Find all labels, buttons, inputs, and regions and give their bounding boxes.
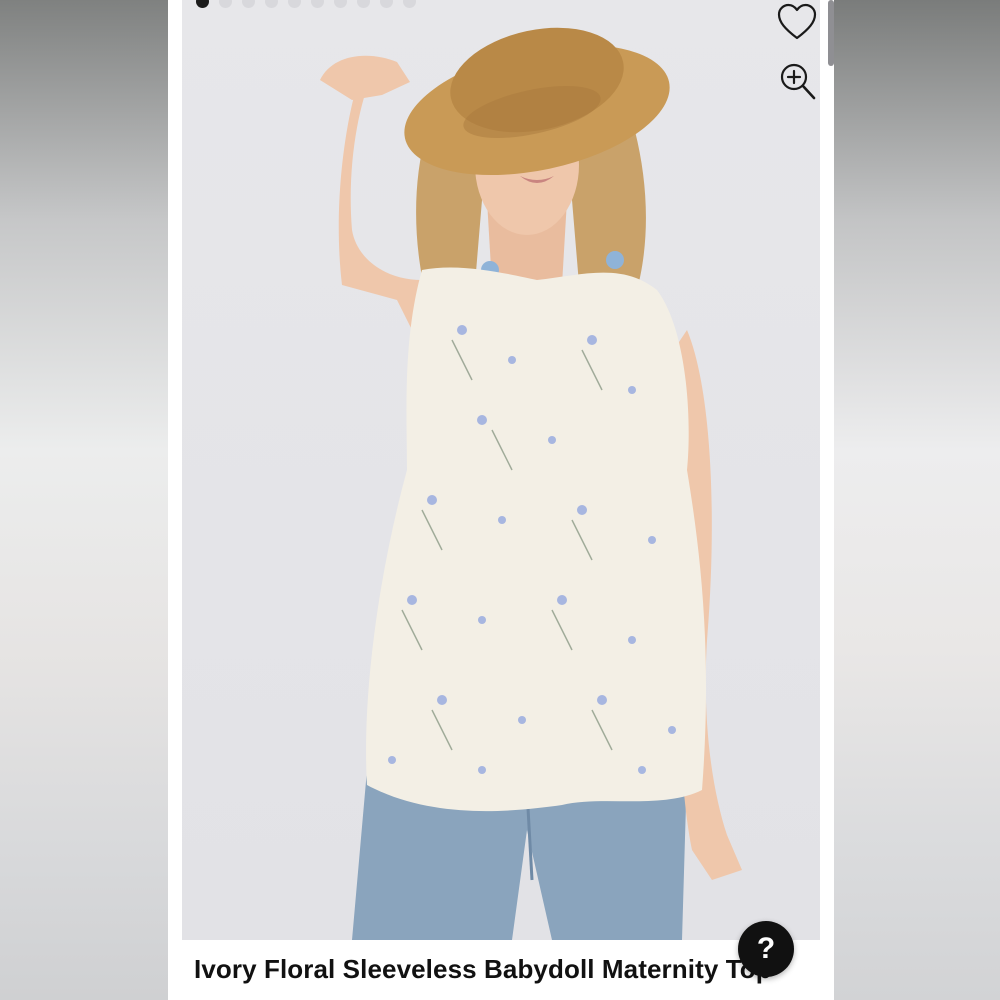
model-illustration [320, 27, 742, 940]
carousel-dot[interactable] [219, 0, 232, 8]
carousel-dot[interactable] [357, 0, 370, 8]
carousel-dot[interactable] [334, 0, 347, 8]
zoom-in-icon[interactable] [779, 62, 817, 102]
left-hand [320, 55, 410, 100]
carousel-dot[interactable] [242, 0, 255, 8]
carousel-dot[interactable] [196, 0, 209, 8]
scrollbar[interactable] [828, 0, 834, 66]
blurred-background-right [834, 0, 1000, 1000]
product-photo[interactable] [182, 0, 820, 940]
product-screen: Ivory Floral Sleeveless Babydoll Materni… [168, 0, 834, 1000]
carousel-dot[interactable] [288, 0, 301, 8]
carousel-dot[interactable] [403, 0, 416, 8]
carousel-dot[interactable] [311, 0, 324, 8]
carousel-indicator [196, 0, 416, 8]
question-icon: ? [756, 932, 776, 965]
product-title: Ivory Floral Sleeveless Babydoll Materni… [194, 954, 772, 984]
carousel-dot[interactable] [265, 0, 278, 8]
carousel-dot[interactable] [380, 0, 393, 8]
blurred-background-left [0, 0, 168, 1000]
heart-icon[interactable] [776, 2, 818, 42]
help-button[interactable]: ? [738, 921, 794, 977]
